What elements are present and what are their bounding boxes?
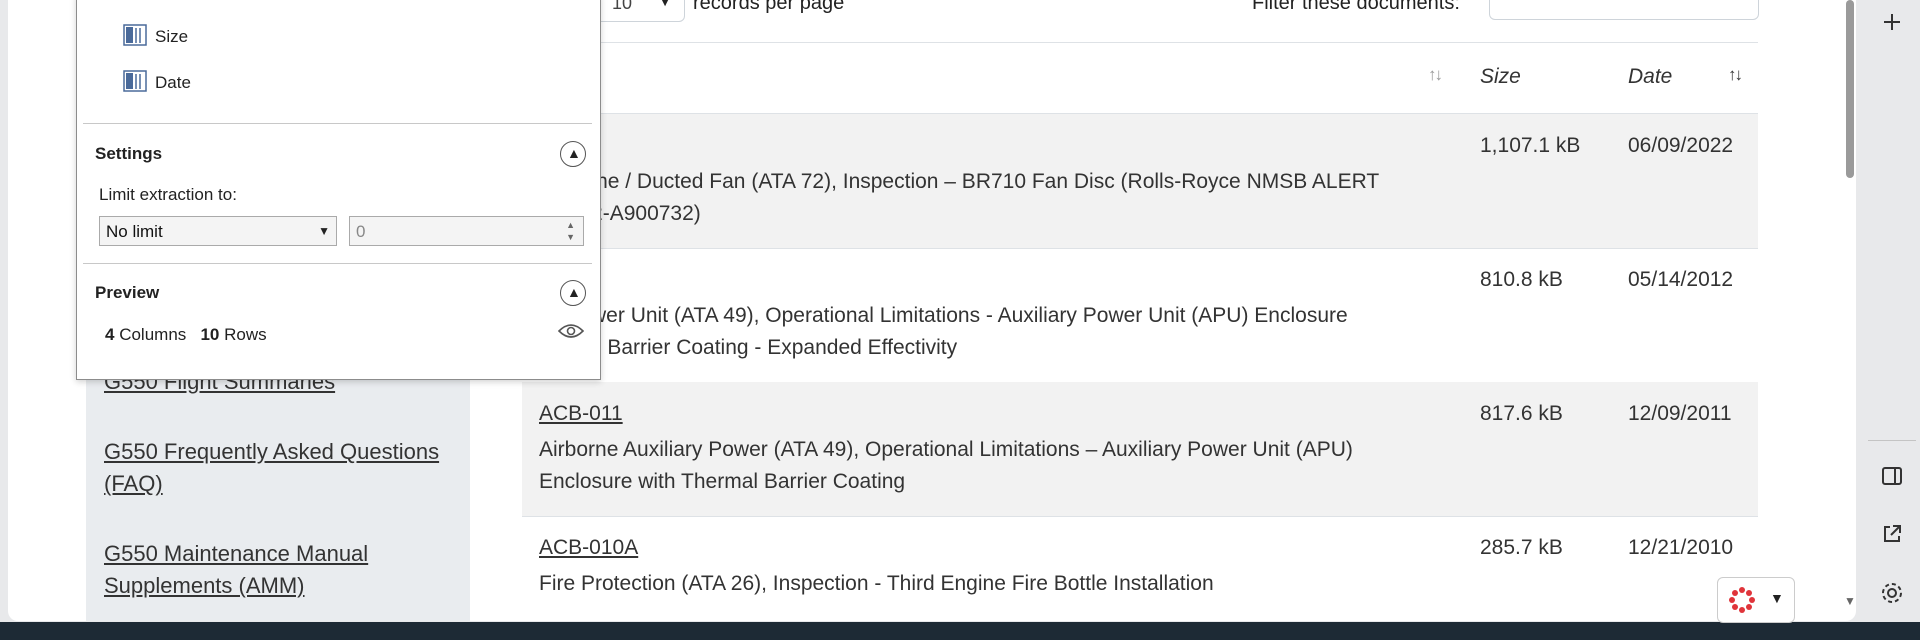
- table-header: ↑↓ Size Date ↑↓: [522, 42, 1758, 115]
- preview-rows-label: Rows: [224, 325, 267, 344]
- gear-icon[interactable]: [1878, 579, 1906, 607]
- chevron-up-icon: ▲: [567, 284, 581, 300]
- column-label: Date: [155, 73, 191, 92]
- document-description: Fire Protection (ATA 26), Inspection - T…: [539, 568, 1439, 600]
- table-row: ACB-010A Fire Protection (ATA 26), Inspe…: [522, 516, 1758, 621]
- preview-rows-count: 10: [200, 325, 220, 344]
- divider: [1868, 440, 1916, 441]
- chevron-up-icon: ▲: [567, 145, 581, 161]
- settings-title: Settings: [95, 144, 163, 163]
- document-description: y Power Unit (ATA 49), Operational Limit…: [539, 300, 1439, 364]
- preview-columns-label: Columns: [119, 325, 187, 344]
- table-row: 3 Turbine / Ducted Fan (ATA 72), Inspect…: [522, 114, 1758, 249]
- description-line: ermal Barrier Coating - Expanded Effecti…: [549, 336, 958, 359]
- document-size: 1,107.1 kB: [1480, 134, 1581, 157]
- document-code-link[interactable]: ACB-011: [539, 402, 623, 426]
- limit-select-value: No limit: [106, 222, 163, 241]
- external-link-icon[interactable]: [1878, 520, 1906, 548]
- plus-icon[interactable]: [1878, 8, 1906, 36]
- records-per-page-value: 10: [612, 0, 633, 13]
- records-per-page-label: records per page: [693, 0, 845, 14]
- extension-button[interactable]: ▼: [1717, 577, 1795, 623]
- scrollbar[interactable]: ▼: [1844, 0, 1856, 621]
- extraction-panel: Size Date Settings ▲ Limit extraction to…: [76, 0, 601, 380]
- preview-title: Preview: [95, 283, 160, 302]
- limit-number-value: 0: [356, 222, 366, 241]
- header-size[interactable]: Size: [1480, 65, 1521, 89]
- chevron-down-icon: ▼: [1770, 590, 1784, 606]
- limit-label: Limit extraction to:: [99, 185, 237, 204]
- document-size: 285.7 kB: [1480, 536, 1563, 559]
- records-per-page-select[interactable]: 10 ▼: [593, 0, 685, 22]
- document-date: 05/14/2012: [1628, 268, 1734, 291]
- browser-right-sidebar: [1864, 0, 1920, 640]
- document-date: 06/09/2022: [1628, 134, 1734, 157]
- eye-icon[interactable]: [557, 321, 585, 346]
- document-date: 12/21/2010: [1628, 536, 1734, 559]
- document-size: 810.8 kB: [1480, 268, 1563, 291]
- divider: [83, 263, 592, 264]
- column-icon: [123, 24, 147, 51]
- description-line: Turbine / Ducted Fan (ATA 72), Inspectio…: [549, 170, 1380, 193]
- column-label: Size: [155, 27, 189, 46]
- sidebar-icon[interactable]: [1878, 462, 1906, 490]
- preview-collapse-button[interactable]: ▲: [560, 280, 586, 306]
- description-line: Airborne Auxiliary Power (ATA 49), Opera…: [539, 438, 1353, 461]
- nav-link-faq[interactable]: G550 Frequently Asked Questions (FAQ): [104, 436, 444, 500]
- filter-input[interactable]: [1489, 0, 1759, 20]
- table-row: 2 y Power Unit (ATA 49), Operational Lim…: [522, 248, 1758, 383]
- description-line: 00-72-A900732): [549, 202, 701, 225]
- scroll-down-icon[interactable]: ▼: [1844, 594, 1856, 608]
- description-line: Fire Protection (ATA 26), Inspection - T…: [539, 572, 1214, 595]
- limit-select[interactable]: No limit ▼: [99, 216, 337, 246]
- settings-collapse-button[interactable]: ▲: [560, 141, 586, 167]
- document-code-link[interactable]: ACB-010A: [539, 536, 638, 560]
- header-date[interactable]: Date: [1628, 65, 1672, 89]
- spinner-logo-icon: [1728, 586, 1756, 619]
- document-description: Turbine / Ducted Fan (ATA 72), Inspectio…: [539, 166, 1439, 230]
- taskbar: [0, 622, 1920, 640]
- chevron-down-icon: ▼: [318, 224, 330, 238]
- sort-icon[interactable]: ↑↓: [1428, 65, 1443, 85]
- table-row: ACB-011 Airborne Auxiliary Power (ATA 49…: [522, 382, 1758, 517]
- sort-active-icon[interactable]: ↑↓: [1728, 65, 1743, 85]
- chevron-down-icon: ▼: [658, 0, 672, 9]
- column-icon: [123, 70, 147, 97]
- description-line: y Power Unit (ATA 49), Operational Limit…: [549, 304, 1348, 327]
- description-line: Enclosure with Thermal Barrier Coating: [539, 470, 906, 493]
- spinner-icon[interactable]: ▲ ▼: [566, 219, 575, 243]
- document-size: 817.6 kB: [1480, 402, 1563, 425]
- scroll-thumb[interactable]: [1846, 0, 1854, 178]
- preview-columns-count: 4: [105, 325, 115, 344]
- filter-label: Filter these documents:: [1252, 0, 1460, 14]
- nav-link-amm[interactable]: G550 Maintenance Manual Supplements (AMM…: [104, 538, 444, 602]
- preview-stats: 4 Columns 10 Rows: [105, 325, 267, 345]
- limit-number-input[interactable]: 0 ▲ ▼: [349, 216, 584, 246]
- divider: [83, 123, 592, 124]
- document-description: Airborne Auxiliary Power (ATA 49), Opera…: [539, 434, 1439, 498]
- document-date: 12/09/2011: [1628, 402, 1732, 425]
